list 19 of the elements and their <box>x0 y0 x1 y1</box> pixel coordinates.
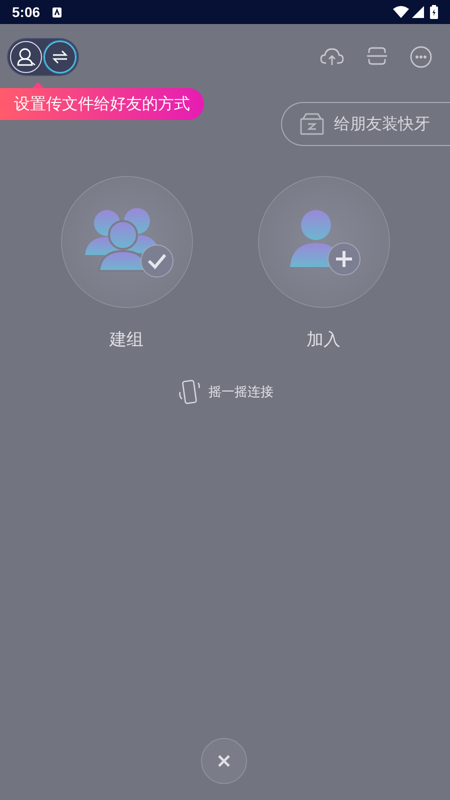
install-button[interactable]: 给朋友装快牙 <box>281 102 450 146</box>
close-icon <box>218 755 230 767</box>
shake-link[interactable]: 摇一摇连接 <box>176 379 274 405</box>
contact-mode-button[interactable] <box>10 41 42 73</box>
shake-phone-icon <box>176 379 200 405</box>
more-icon[interactable] <box>410 46 432 68</box>
notification-icon <box>52 6 62 18</box>
status-time: 5:06 <box>12 4 40 20</box>
cloud-upload-icon[interactable] <box>320 46 344 66</box>
action-label: 加入 <box>306 329 340 351</box>
signal-icon <box>412 6 424 18</box>
scan-icon[interactable] <box>366 46 388 66</box>
close-button[interactable] <box>201 738 247 784</box>
wifi-icon <box>393 6 409 18</box>
action-label: 建组 <box>110 329 144 351</box>
tooltip: 设置传文件给好友的方式 <box>0 88 204 120</box>
battery-icon <box>430 5 438 19</box>
transfer-mode-button[interactable] <box>44 41 76 73</box>
box-icon <box>300 113 324 135</box>
